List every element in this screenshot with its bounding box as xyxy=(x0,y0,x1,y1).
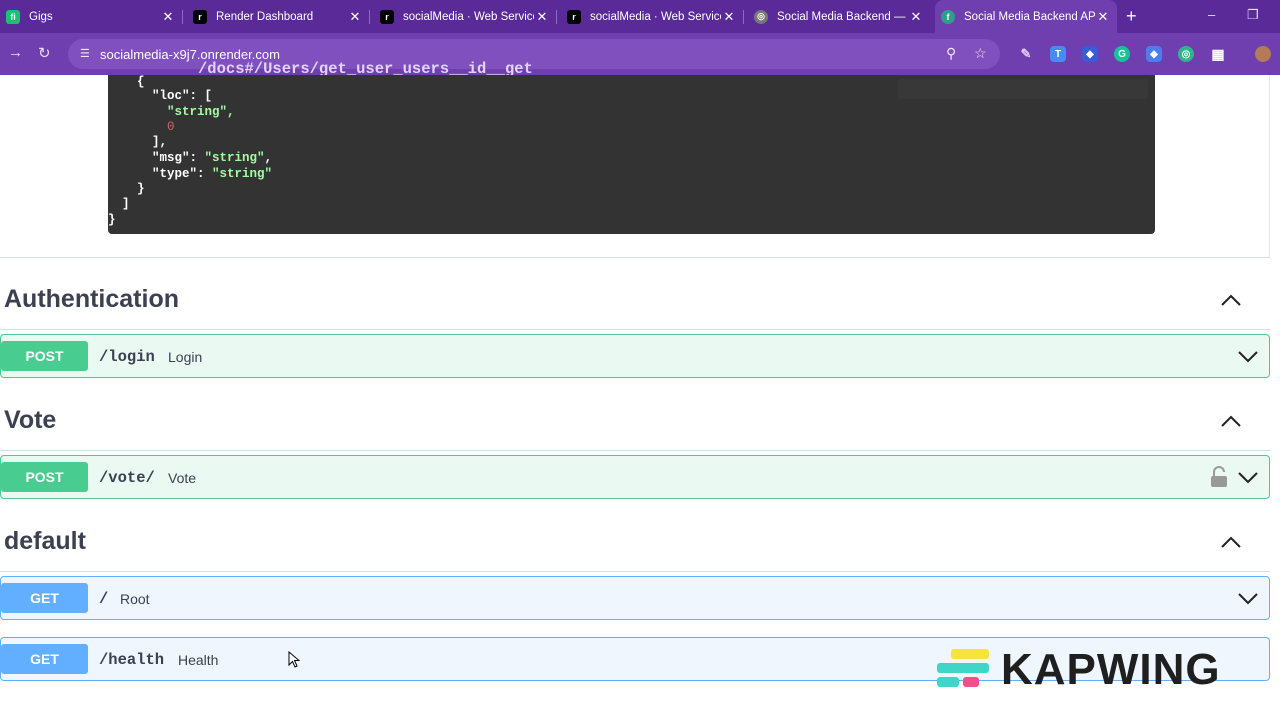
close-icon[interactable]: ✕ xyxy=(534,9,550,25)
overlay-toolbar xyxy=(898,79,1148,99)
tab-web-service-2[interactable]: r socialMedia · Web Service ✕ xyxy=(561,0,743,33)
operation-post-login[interactable]: POST /login Login xyxy=(0,334,1270,378)
code-line: ], xyxy=(122,135,168,149)
operation-get-root[interactable]: GET / Root xyxy=(0,576,1270,620)
operation-path: /login xyxy=(99,348,155,366)
section-divider xyxy=(0,450,1270,451)
operation-path: /health xyxy=(99,651,165,669)
code-line: "string", xyxy=(122,105,235,119)
reload-icon[interactable]: ↻ xyxy=(38,44,51,62)
restore-icon[interactable]: ❐ xyxy=(1247,7,1259,23)
avatar[interactable] xyxy=(1255,46,1271,62)
method-badge: POST xyxy=(1,462,88,492)
code-line: } xyxy=(122,182,145,196)
chevron-down-icon[interactable] xyxy=(1237,589,1259,607)
divider xyxy=(0,257,1270,258)
new-tab-button[interactable]: + xyxy=(1126,6,1137,27)
code-line: "loc": [ xyxy=(122,89,213,103)
lock-icon[interactable] xyxy=(1210,466,1228,488)
kapwing-wordmark: KAPWING xyxy=(1001,645,1221,694)
tab-social-media-backend-api[interactable]: f Social Media Backend API ✕ xyxy=(935,0,1117,33)
tab-divider xyxy=(369,10,370,24)
kapwing-watermark: KAPWING xyxy=(937,645,1257,694)
url-text[interactable]: socialmedia-x9j7.onrender.com/docs#/User… xyxy=(100,47,533,78)
code-line: ] xyxy=(122,197,130,211)
operation-summary: Health xyxy=(178,652,219,668)
tab-social-media-backend[interactable]: ◎ Social Media Backend — A ✕ xyxy=(748,0,930,33)
code-line: { xyxy=(122,75,145,89)
zoom-icon[interactable]: ⚲ xyxy=(946,45,956,62)
tab-title: Gigs xyxy=(29,10,53,23)
tab-title: socialMedia · Web Service xyxy=(590,10,721,23)
minimize-icon[interactable]: – xyxy=(1208,7,1215,22)
method-badge: POST xyxy=(1,341,88,371)
close-icon[interactable]: ✕ xyxy=(160,9,176,25)
operation-post-vote[interactable]: POST /vote/ Vote xyxy=(0,455,1270,499)
section-title-vote[interactable]: Vote xyxy=(4,406,56,435)
tab-gigs[interactable]: fi Gigs ✕ xyxy=(0,0,182,33)
fastapi-icon: f xyxy=(941,9,955,24)
chevron-down-icon[interactable] xyxy=(1237,468,1259,486)
tab-title: Social Media Backend — A xyxy=(777,10,908,23)
extension-icon[interactable]: ◎ xyxy=(1178,46,1194,62)
operation-path: /vote/ xyxy=(99,469,155,487)
bookmark-star-icon[interactable]: ☆ xyxy=(974,45,987,62)
code-line: 0 xyxy=(122,120,175,134)
pen-extension-icon[interactable]: ✎ xyxy=(1018,46,1034,62)
tab-title: Render Dashboard xyxy=(216,10,314,23)
extension-icon[interactable]: ◆ xyxy=(1082,46,1098,62)
swagger-page: { "loc": [ "string", 0 ], "msg": "string… xyxy=(0,75,1280,720)
chevron-up-icon[interactable] xyxy=(1219,290,1243,310)
tab-divider xyxy=(556,10,557,24)
extension-icon[interactable]: ◆ xyxy=(1146,46,1162,62)
tab-divider xyxy=(743,10,744,24)
translate-extension-icon[interactable]: T xyxy=(1050,46,1066,62)
operation-path: / xyxy=(99,590,109,608)
grammarly-icon[interactable]: G xyxy=(1114,46,1130,62)
method-badge: GET xyxy=(1,644,88,674)
forward-icon[interactable]: → xyxy=(8,44,23,61)
fiverr-icon: fi xyxy=(6,9,20,24)
section-divider xyxy=(0,571,1270,572)
section-divider xyxy=(0,329,1270,330)
operation-summary: Login xyxy=(168,349,203,365)
method-badge: GET xyxy=(1,583,88,613)
tab-render-dashboard[interactable]: r Render Dashboard ✕ xyxy=(187,0,369,33)
operation-summary: Vote xyxy=(168,470,197,486)
close-icon[interactable]: ✕ xyxy=(1095,9,1111,25)
globe-icon: ◎ xyxy=(754,9,768,24)
tab-strip: fi Gigs ✕ r Render Dashboard ✕ r socialM… xyxy=(0,0,1280,33)
code-line: } xyxy=(108,213,116,227)
section-title-default[interactable]: default xyxy=(4,527,86,556)
mouse-cursor-icon xyxy=(288,651,300,668)
site-info-icon[interactable]: ☰ xyxy=(80,47,92,60)
tab-title: socialMedia · Web Service xyxy=(403,10,534,23)
render-icon: r xyxy=(193,9,207,24)
operation-summary: Root xyxy=(120,591,150,607)
close-icon[interactable]: ✕ xyxy=(721,9,737,25)
close-icon[interactable]: ✕ xyxy=(908,9,924,25)
kapwing-logo-icon xyxy=(937,649,989,687)
render-icon: r xyxy=(567,9,581,24)
tab-web-service[interactable]: r socialMedia · Web Service ✕ xyxy=(374,0,556,33)
tab-title: Social Media Backend API xyxy=(964,10,1095,23)
close-icon[interactable]: ✕ xyxy=(347,9,363,25)
tab-divider xyxy=(182,10,183,24)
response-example-code: { "loc": [ "string", 0 ], "msg": "string… xyxy=(108,75,1155,234)
code-line: "msg": "string", xyxy=(122,151,273,165)
code-line: "type": "string" xyxy=(122,167,273,181)
chevron-down-icon[interactable] xyxy=(1237,347,1259,365)
chevron-up-icon[interactable] xyxy=(1219,532,1243,552)
section-title-authentication[interactable]: Authentication xyxy=(4,285,179,314)
chevron-up-icon[interactable] xyxy=(1219,411,1243,431)
panel-border xyxy=(1269,75,1270,257)
render-icon: r xyxy=(380,9,394,24)
url-bar[interactable]: ☰ socialmedia-x9j7.onrender.com/docs#/Us… xyxy=(68,39,1000,78)
extensions-puzzle-icon[interactable]: ▦ xyxy=(1210,46,1226,62)
